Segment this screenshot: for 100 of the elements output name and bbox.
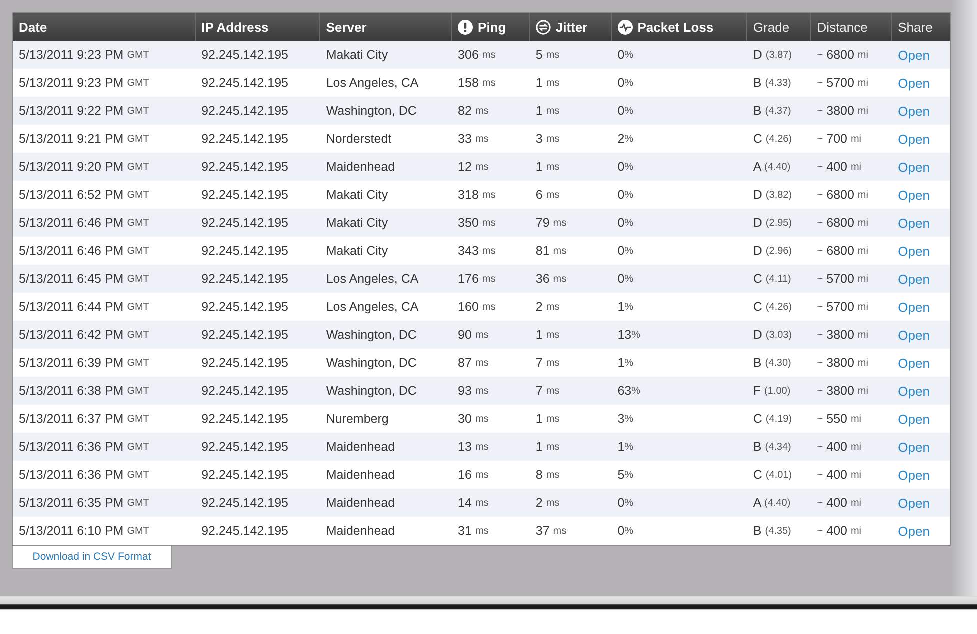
distance-cell-text: ~ 3800 mi [816,355,870,372]
packet-loss-cell-text: 3% [616,411,635,428]
open-link[interactable]: Open [898,524,930,538]
ip-cell-text: 92.245.142.195 [200,187,290,204]
jitter-cell-text: 79 ms [534,215,568,232]
date-cell-text: 5/13/2011 6:46 PM GMT [18,215,150,232]
packet-loss-cell-text: 1% [616,439,635,456]
packet-loss-cell-text: 0% [616,271,635,288]
server-cell-text: Washington, DC [325,383,418,400]
date-cell-text: 5/13/2011 6:46 PM GMT [18,243,150,260]
date-cell-text: 5/13/2011 6:52 PM GMT [18,187,150,204]
jitter-cell-text: 6 ms [534,187,561,204]
server-cell-text: Washington, DC [325,355,418,372]
date-cell-text: 5/13/2011 6:42 PM GMT [18,327,150,344]
server-cell-text: Los Angeles, CA [325,75,420,92]
server-cell-text: Norderstedt [325,131,393,148]
date-cell-text: 5/13/2011 6:37 PM GMT [18,411,150,428]
ping-cell-text: 306 ms [457,47,497,64]
ip-cell-text: 92.245.142.195 [200,47,290,64]
ping-cell-text: 16 ms [457,467,490,484]
distance-cell-text: ~ 400 mi [816,467,863,484]
jitter-cell-text: 7 ms [534,383,561,400]
date-cell-text: 5/13/2011 6:36 PM GMT [18,467,150,484]
distance-cell-text: ~ 400 mi [816,523,863,540]
date-cell-text: 5/13/2011 6:45 PM GMT [18,271,150,288]
date-cell-text: 5/13/2011 9:22 PM GMT [18,103,150,120]
open-link[interactable]: Open [898,440,930,454]
grade-cell-text: C (4.11) [752,271,792,288]
ip-cell-text: 92.245.142.195 [200,103,290,120]
ip-cell-text: 92.245.142.195 [200,467,290,484]
grade-cell-text: D (3.82) [752,187,794,204]
ip-cell-text: 92.245.142.195 [200,271,290,288]
server-cell-text: Makati City [325,215,390,232]
distance-cell-text: ~ 3800 mi [816,103,870,120]
distance-cell-text: ~ 700 mi [816,131,863,148]
jitter-cell-text: 7 ms [534,355,561,372]
open-link[interactable]: Open [898,356,930,370]
jitter-cell-text: 37 ms [534,523,568,540]
distance-cell-text: ~ 3800 mi [816,383,870,400]
distance-cell-text: ~ 400 mi [816,159,863,176]
ping-cell-text: 350 ms [457,215,497,232]
ip-cell-text: 92.245.142.195 [200,495,290,512]
ip-cell-text: 92.245.142.195 [200,75,290,92]
server-cell-text: Makati City [325,243,390,260]
packet-loss-cell-text: 0% [616,215,635,232]
distance-cell-text: ~ 400 mi [816,439,863,456]
jitter-cell-text: 3 ms [534,131,561,148]
open-link[interactable]: Open [898,468,930,482]
open-link[interactable]: Open [898,104,930,118]
grade-cell-text: B (4.30) [752,355,792,372]
packet-loss-cell-text: 63% [616,383,642,400]
ping-cell-text: 90 ms [457,327,490,344]
grade-cell-text: C (4.26) [752,299,794,316]
ip-cell-text: 92.245.142.195 [200,299,290,316]
jitter-cell-text: 1 ms [534,411,561,428]
jitter-cell-text: 1 ms [534,75,561,92]
ping-cell-text: 31 ms [457,523,490,540]
ip-cell-text: 92.245.142.195 [200,355,290,372]
date-cell-text: 5/13/2011 9:23 PM GMT [18,75,150,92]
open-link[interactable]: Open [898,188,930,202]
open-link[interactable]: Open [898,272,930,286]
open-link[interactable]: Open [898,76,930,90]
open-link[interactable]: Open [898,216,930,230]
open-link[interactable]: Open [898,328,930,342]
ping-cell-text: 176 ms [457,271,497,288]
packet-loss-cell-text: 0% [616,47,635,64]
download-csv-button[interactable]: Download in CSV Format [12,546,172,569]
grade-cell-text: B (4.33) [752,75,792,92]
grade-cell-text: B (4.35) [752,523,792,540]
open-link[interactable]: Open [898,244,930,258]
open-link[interactable]: Open [898,412,930,426]
grade-cell-text: D (3.03) [752,327,794,344]
ip-cell-text: 92.245.142.195 [200,215,290,232]
grade-cell-text: A (4.40) [752,159,792,176]
open-link[interactable]: Open [898,160,930,174]
open-link[interactable]: Open [898,48,930,62]
exclamation-icon [458,20,474,34]
ip-cell-text: 92.245.142.195 [200,383,290,400]
packet-loss-cell-text: 5% [616,467,635,484]
open-link[interactable]: Open [898,132,930,146]
server-cell-text: Maidenhead [325,495,396,512]
jitter-cell-text: 2 ms [534,299,561,316]
packet-loss-cell-text: 0% [616,243,635,260]
date-cell-text: 5/13/2011 6:36 PM GMT [18,439,150,456]
open-link[interactable]: Open [898,384,930,398]
ip-cell-text: 92.245.142.195 [200,159,290,176]
distance-cell-text: ~ 6800 mi [816,47,870,64]
arrows-circle-icon [536,20,551,34]
open-link[interactable]: Open [898,300,930,314]
packet-loss-cell-text: 0% [616,495,635,512]
pulse-circle-icon [618,20,633,34]
ip-cell-text: 92.245.142.195 [200,243,290,260]
packet-loss-cell-text: 1% [616,299,635,316]
ping-cell-text: 82 ms [457,103,490,120]
ping-cell-text: 318 ms [457,187,497,204]
grade-cell-text: C (4.19) [752,411,794,428]
date-cell-text: 5/13/2011 9:23 PM GMT [18,47,150,64]
open-link[interactable]: Open [898,496,930,510]
ip-cell-text: 92.245.142.195 [200,439,290,456]
jitter-cell-text: 8 ms [534,467,561,484]
